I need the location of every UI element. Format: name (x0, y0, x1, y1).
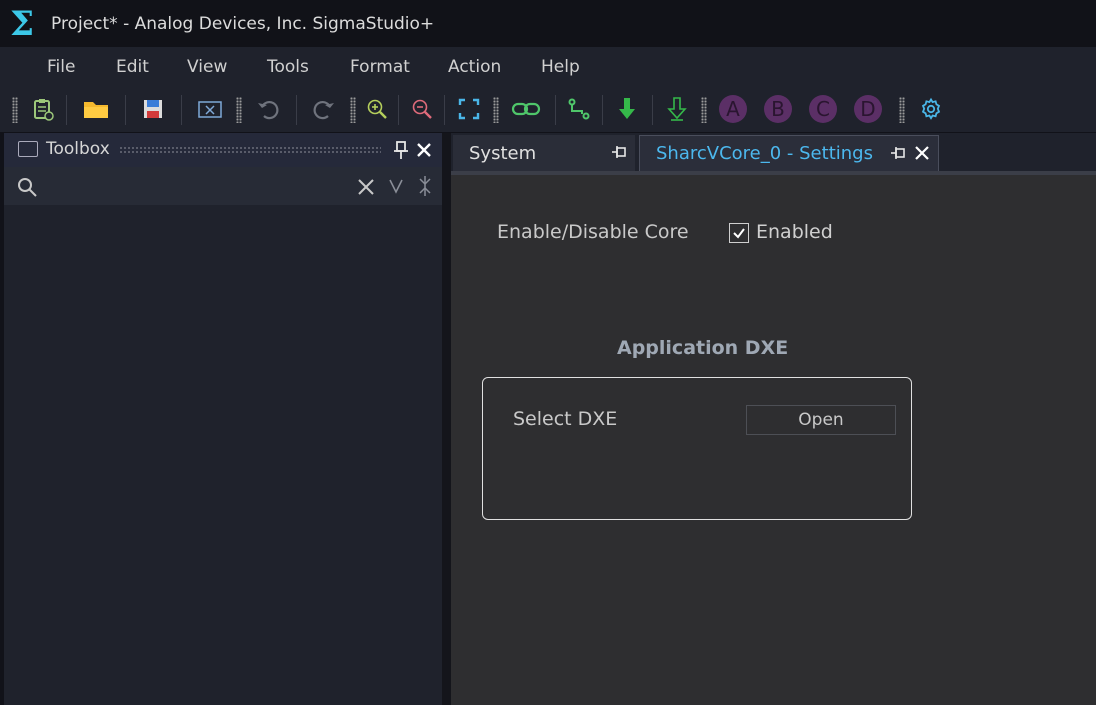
toolbar-grip[interactable] (12, 97, 18, 123)
menu-tools[interactable]: Tools (267, 57, 309, 77)
toolbar-separator (125, 95, 126, 125)
link-icon[interactable] (510, 93, 542, 125)
settings-panel: Enable/Disable Core Enabled Application … (451, 175, 1096, 705)
toolbar: A B C D (0, 87, 1096, 132)
fit-to-window-icon[interactable] (453, 93, 485, 125)
toolbox-header: Toolbox (4, 133, 442, 167)
toolbar-grip[interactable] (701, 97, 707, 123)
core-c-label: C (809, 95, 837, 123)
toolbar-grip[interactable] (236, 97, 242, 123)
application-dxe-group: Select DXE Open (482, 377, 912, 520)
core-b-button[interactable]: B (762, 93, 794, 125)
menu-format[interactable]: Format (350, 57, 410, 77)
panel-splitter[interactable] (442, 133, 451, 705)
toolbar-separator (66, 95, 67, 125)
toolbox-list (4, 205, 442, 705)
tab-sharcvcore-settings[interactable]: SharcVCore_0 - Settings (639, 135, 939, 171)
clipboard-icon[interactable] (27, 93, 59, 125)
open-folder-icon[interactable] (80, 93, 112, 125)
checkmark-icon (733, 228, 745, 239)
collapse-all-icon[interactable] (418, 175, 432, 201)
tab-system-label: System (469, 142, 537, 164)
toolbar-separator (444, 95, 445, 125)
open-dxe-button[interactable]: Open (746, 405, 896, 435)
download-icon[interactable] (611, 93, 643, 125)
core-a-button[interactable]: A (717, 93, 749, 125)
tab-settings-label: SharcVCore_0 - Settings (656, 143, 873, 164)
core-a-label: A (719, 95, 747, 123)
sigma-app-icon: Σ (10, 3, 35, 44)
toolbar-grip[interactable] (493, 97, 499, 123)
enabled-checkbox-label[interactable]: Enabled (756, 221, 833, 243)
toolbar-grip[interactable] (350, 97, 356, 123)
tab-system[interactable]: System (453, 135, 635, 171)
undo-icon[interactable] (252, 93, 284, 125)
toolbar-separator (652, 95, 653, 125)
toolbox-panel: Toolbox (4, 133, 442, 705)
menu-bar: File Edit View Tools Format Action Help (0, 47, 1096, 87)
core-d-label: D (854, 95, 882, 123)
toolbox-drag-grip[interactable] (119, 146, 381, 154)
close-project-icon[interactable] (194, 93, 226, 125)
menu-file[interactable]: File (47, 57, 75, 77)
search-icon (16, 176, 38, 202)
core-b-label: B (764, 95, 792, 123)
tab-pin-icon[interactable] (611, 145, 629, 159)
toolbox-title: Toolbox (46, 139, 110, 159)
toolbar-separator (181, 95, 182, 125)
redo-icon[interactable] (308, 93, 340, 125)
zoom-out-icon[interactable] (406, 93, 438, 125)
select-dxe-label: Select DXE (513, 408, 618, 430)
menu-action[interactable]: Action (448, 57, 501, 77)
save-icon[interactable] (137, 93, 169, 125)
gear-icon[interactable] (915, 93, 947, 125)
window-title: Project* - Analog Devices, Inc. SigmaStu… (51, 13, 435, 34)
toolbar-separator (602, 95, 603, 125)
menu-help[interactable]: Help (541, 57, 580, 77)
document-tab-strip: System SharcVCore_0 - Settings (451, 133, 1096, 171)
toolbar-grip[interactable] (899, 97, 905, 123)
zoom-in-icon[interactable] (361, 93, 393, 125)
wire-icon[interactable] (563, 93, 595, 125)
download-outline-icon[interactable] (661, 93, 693, 125)
enable-disable-core-label: Enable/Disable Core (497, 221, 689, 243)
menu-edit[interactable]: Edit (116, 57, 149, 77)
toolbar-separator (398, 95, 399, 125)
title-bar: Σ Project* - Analog Devices, Inc. SigmaS… (0, 0, 1096, 47)
menu-view[interactable]: View (187, 57, 227, 77)
search-input[interactable] (46, 171, 346, 199)
expand-all-icon[interactable] (387, 177, 405, 199)
close-icon[interactable] (415, 141, 433, 163)
tab-pin-icon[interactable] (890, 146, 908, 160)
toolbar-separator (555, 95, 556, 125)
toolbox-search-row (4, 167, 442, 205)
tab-close-icon[interactable] (914, 145, 930, 161)
core-d-button[interactable]: D (852, 93, 884, 125)
toolbox-icon (18, 141, 38, 157)
pin-icon[interactable] (392, 140, 410, 164)
clear-search-icon[interactable] (356, 177, 376, 201)
toolbar-separator (296, 95, 297, 125)
core-c-button[interactable]: C (807, 93, 839, 125)
enabled-checkbox[interactable] (729, 223, 749, 243)
application-dxe-title: Application DXE (617, 337, 789, 359)
